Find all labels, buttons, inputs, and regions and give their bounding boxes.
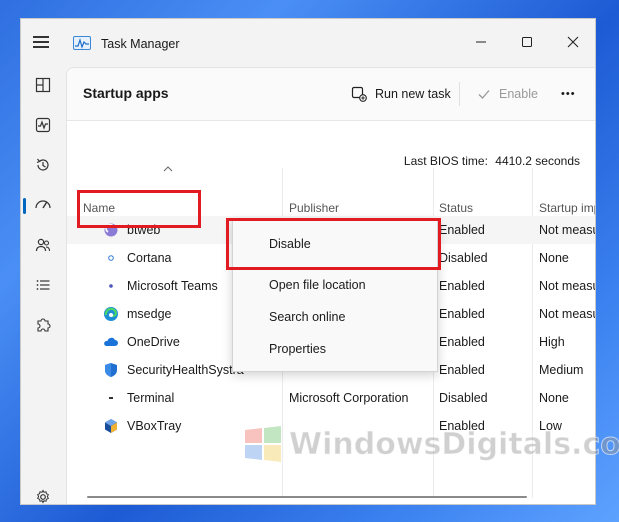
- minimize-icon: [476, 41, 486, 43]
- run-new-task-button[interactable]: Run new task: [351, 82, 451, 106]
- cell-startup-impact: High: [539, 335, 565, 349]
- startup-gauge-icon: [35, 200, 51, 209]
- onedrive-icon: [103, 334, 119, 350]
- nav-app-history[interactable]: [27, 149, 59, 181]
- maximize-icon: [522, 37, 532, 47]
- more-options-icon: •••: [561, 88, 576, 100]
- nav-settings[interactable]: [27, 481, 59, 504]
- column-header-publisher[interactable]: Publisher: [289, 181, 429, 215]
- panel-header: Startup apps Run new task Enable •••: [67, 68, 595, 121]
- cortana-icon: [103, 250, 119, 266]
- cell-status: Enabled: [439, 363, 485, 377]
- cell-status: Enabled: [439, 307, 485, 321]
- bios-time-label: Last BIOS time:: [403, 154, 488, 168]
- horizontal-scrollbar[interactable]: [87, 496, 527, 498]
- watermark: WindowsDigitals.com: [243, 424, 619, 464]
- run-new-task-label: Run new task: [375, 87, 451, 101]
- page-title: Startup apps: [83, 85, 169, 101]
- cell-publisher: Microsoft Corporation: [289, 391, 409, 405]
- checkmark-icon: [478, 90, 490, 99]
- nav-startup-apps[interactable]: [23, 189, 59, 221]
- nav-users[interactable]: [27, 229, 59, 261]
- watermark-text: WindowsDigitals.com: [288, 426, 619, 462]
- details-list-icon: [36, 280, 50, 290]
- nav-performance[interactable]: [27, 109, 59, 141]
- terminal-icon: [103, 390, 119, 406]
- menu-item-search-online[interactable]: Search online: [269, 310, 345, 324]
- close-button[interactable]: [550, 27, 595, 57]
- toolbar-separator: [459, 82, 460, 106]
- cell-startup-impact: Not measu: [539, 279, 596, 293]
- cell-status: Enabled: [439, 279, 485, 293]
- cell-startup-impact: Not measu: [539, 307, 596, 321]
- cell-status: Disabled: [439, 391, 488, 405]
- cell-startup-impact: None: [539, 391, 569, 405]
- services-puzzle-icon: [37, 318, 51, 332]
- performance-icon: [35, 117, 51, 133]
- processes-icon: [35, 77, 51, 93]
- hamburger-menu-icon[interactable]: [33, 36, 49, 48]
- vbox-icon: [103, 418, 119, 434]
- gear-icon: [37, 489, 49, 504]
- cell-status: Enabled: [439, 223, 485, 237]
- window-title: Task Manager: [101, 37, 180, 51]
- highlight-box-btweb: [77, 190, 201, 228]
- cell-startup-impact: None: [539, 251, 569, 265]
- column-header-status[interactable]: Status: [439, 181, 529, 215]
- edge-icon: [103, 306, 119, 322]
- windowsdigitals-logo-icon: [243, 426, 283, 462]
- nav-processes[interactable]: [27, 69, 59, 101]
- menu-item-properties[interactable]: Properties: [269, 342, 326, 356]
- enable-label: Enable: [499, 87, 538, 101]
- highlight-box-disable: [226, 218, 441, 270]
- teams-icon: [103, 278, 119, 294]
- navigation-sidebar: [21, 67, 65, 504]
- enable-button[interactable]: Enable: [477, 82, 538, 106]
- nav-details[interactable]: [27, 269, 59, 301]
- bios-time: Last BIOS time: 4410.2 seconds: [404, 154, 580, 168]
- history-icon: [36, 158, 49, 171]
- table-row[interactable]: Terminal Microsoft Corporation Disabled Non…: [67, 384, 595, 412]
- maximize-button[interactable]: [504, 27, 550, 57]
- users-icon: [35, 238, 51, 252]
- run-new-task-icon: [351, 86, 367, 102]
- bios-time-value: 4410.2 seconds: [495, 154, 580, 168]
- cell-name: Terminal: [127, 391, 175, 405]
- more-options-button[interactable]: •••: [561, 82, 576, 106]
- shield-icon: [103, 362, 119, 378]
- nav-services[interactable]: [27, 309, 59, 341]
- sort-ascending-icon[interactable]: [163, 166, 173, 172]
- close-icon: [567, 36, 579, 48]
- minimize-button[interactable]: [458, 27, 504, 57]
- task-manager-app-icon: [73, 36, 91, 50]
- cell-status: Disabled: [439, 251, 488, 265]
- cell-startup-impact: Medium: [539, 363, 584, 377]
- column-header-startup-impact[interactable]: Startup imp: [539, 181, 595, 215]
- cell-status: Enabled: [439, 335, 485, 349]
- title-bar: Task Manager: [21, 19, 595, 67]
- cell-startup-impact: Not measu: [539, 223, 596, 237]
- menu-item-open-file-location[interactable]: Open file location: [269, 278, 366, 292]
